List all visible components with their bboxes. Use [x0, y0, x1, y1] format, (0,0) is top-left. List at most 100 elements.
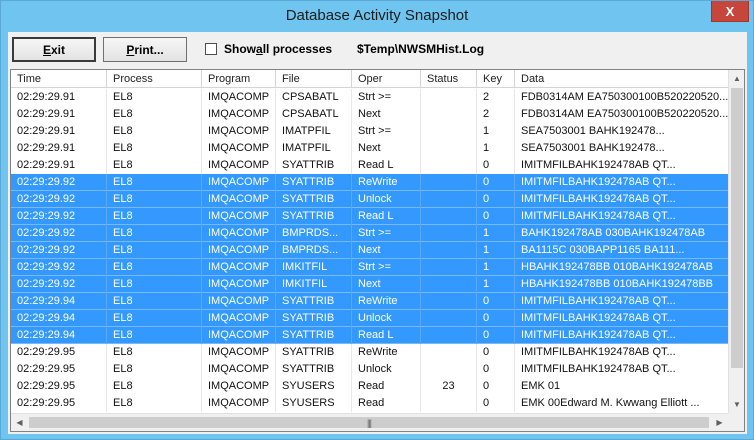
cell-status [421, 293, 477, 310]
scrollbar-corner [728, 413, 744, 431]
cell-process: EL8 [107, 310, 202, 327]
table-row[interactable]: 02:29:29.91 EL8 IMQACOMP IMATPFIL Next 1 SEA75… [11, 140, 729, 157]
cell-data: HBAHK192478BB 010BAHK192478BB [515, 276, 729, 293]
cell-data: FDB0314AM EA750300100B520220520... [515, 89, 729, 106]
cell-oper: Read L [352, 327, 421, 344]
table-row[interactable]: 02:29:29.95 EL8 IMQACOMP SYATTRIB ReWrite 0 IM… [11, 344, 729, 361]
cell-key: 0 [477, 395, 515, 412]
cell-status [421, 327, 477, 344]
cell-time: 02:29:29.91 [11, 140, 107, 157]
cell-process: EL8 [107, 344, 202, 361]
cell-process: EL8 [107, 208, 202, 225]
title-bar[interactable]: Database Activity Snapshot X [1, 1, 753, 32]
cell-program: IMQACOMP [202, 242, 276, 259]
cell-process: EL8 [107, 378, 202, 395]
cell-process: EL8 [107, 361, 202, 378]
column-header-data[interactable]: Data [515, 70, 744, 88]
vertical-scroll-thumb[interactable] [731, 88, 743, 368]
cell-status [421, 89, 477, 106]
cell-key: 1 [477, 225, 515, 242]
scroll-left-icon[interactable]: ◀ [11, 414, 28, 431]
cell-process: EL8 [107, 191, 202, 208]
cell-key: 0 [477, 293, 515, 310]
cell-file: SYUSERS [276, 378, 352, 395]
grid-header: Time Process Program File Oper Status Ke… [11, 70, 744, 88]
cell-key: 1 [477, 140, 515, 157]
table-row[interactable]: 02:29:29.92 EL8 IMQACOMP SYATTRIB Unlock 0 IMI… [11, 191, 729, 208]
print-button[interactable]: Print... [103, 37, 187, 62]
cell-program: IMQACOMP [202, 157, 276, 174]
vertical-scrollbar[interactable]: ▲ ▼ [728, 70, 744, 413]
cell-time: 02:29:29.91 [11, 106, 107, 123]
scroll-down-icon[interactable]: ▼ [729, 396, 744, 413]
table-row[interactable]: 02:29:29.92 EL8 IMQACOMP IMKITFIL Next 1 HBAHK… [11, 276, 729, 293]
cell-process: EL8 [107, 327, 202, 344]
table-row[interactable]: 02:29:29.94 EL8 IMQACOMP SYATTRIB Unlock 0 IMI… [11, 310, 729, 327]
column-header-oper[interactable]: Oper [352, 70, 421, 88]
print-label: rint... [134, 42, 164, 57]
table-row[interactable]: 02:29:29.92 EL8 IMQACOMP SYATTRIB Read L 0 IMI… [11, 208, 729, 225]
cell-process: EL8 [107, 395, 202, 412]
table-row[interactable]: 02:29:29.94 EL8 IMQACOMP SYATTRIB Read L 0 IMI… [11, 327, 729, 344]
cell-program: IMQACOMP [202, 191, 276, 208]
table-row[interactable]: 02:29:29.95 EL8 IMQACOMP SYUSERS Read 0 EMK 00… [11, 395, 729, 412]
cell-status [421, 208, 477, 225]
cell-time: 02:29:29.92 [11, 174, 107, 191]
horizontal-scroll-thumb[interactable]: ||| [29, 417, 709, 428]
cell-data: SEA7503001 BAHK192478... [515, 123, 729, 140]
column-header-status[interactable]: Status [421, 70, 477, 88]
cell-program: IMQACOMP [202, 89, 276, 106]
table-row[interactable]: 02:29:29.92 EL8 IMQACOMP BMPRDS... Strt >= 1 B… [11, 225, 729, 242]
show-all-label-post: ll processes [262, 42, 333, 56]
table-row[interactable]: 02:29:29.91 EL8 IMQACOMP SYATTRIB Read L 0 IMI… [11, 157, 729, 174]
cell-data: FDB0314AM EA750300100B520220520... [515, 106, 729, 123]
column-header-process[interactable]: Process [107, 70, 202, 88]
table-row[interactable]: 02:29:29.92 EL8 IMQACOMP SYATTRIB ReWrite 0 IM… [11, 174, 729, 191]
cell-oper: Next [352, 106, 421, 123]
cell-time: 02:29:29.92 [11, 225, 107, 242]
table-row[interactable]: 02:29:29.92 EL8 IMQACOMP BMPRDS... Next 1 BA11… [11, 242, 729, 259]
cell-file: IMATPFIL [276, 123, 352, 140]
scroll-right-icon[interactable]: ▶ [711, 414, 728, 431]
show-all-processes-checkbox[interactable] [205, 43, 217, 55]
table-row[interactable]: 02:29:29.91 EL8 IMQACOMP CPSABATL Next 2 FDB03… [11, 106, 729, 123]
column-header-key[interactable]: Key [477, 70, 515, 88]
cell-file: BMPRDS... [276, 242, 352, 259]
cell-file: CPSABATL [276, 89, 352, 106]
cell-key: 0 [477, 208, 515, 225]
cell-process: EL8 [107, 276, 202, 293]
column-header-time[interactable]: Time [11, 70, 107, 88]
table-row[interactable]: 02:29:29.94 EL8 IMQACOMP SYATTRIB ReWrite 0 IM… [11, 293, 729, 310]
cell-key: 0 [477, 344, 515, 361]
client-area: Exit Print... Show a ll processes $Temp\N… [8, 32, 747, 434]
close-button[interactable]: X [711, 1, 749, 22]
show-all-processes-toggle[interactable]: Show a ll processes [205, 41, 332, 57]
column-header-file[interactable]: File [276, 70, 352, 88]
cell-key: 0 [477, 310, 515, 327]
cell-oper: Read [352, 378, 421, 395]
cell-program: IMQACOMP [202, 276, 276, 293]
cell-data: IMITMFILBAHK192478AB QT... [515, 310, 729, 327]
cell-time: 02:29:29.91 [11, 123, 107, 140]
cell-file: SYATTRIB [276, 191, 352, 208]
table-row[interactable]: 02:29:29.95 EL8 IMQACOMP SYATTRIB Unlock 0 IMI… [11, 361, 729, 378]
table-row[interactable]: 02:29:29.92 EL8 IMQACOMP IMKITFIL Strt >= 1 HB… [11, 259, 729, 276]
cell-file: CPSABATL [276, 106, 352, 123]
cell-data: IMITMFILBAHK192478AB QT... [515, 293, 729, 310]
cell-data: IMITMFILBAHK192478AB QT... [515, 361, 729, 378]
table-row[interactable]: 02:29:29.91 EL8 IMQACOMP CPSABATL Strt >= 2 FD… [11, 89, 729, 106]
close-icon: X [725, 3, 735, 19]
cell-status [421, 259, 477, 276]
cell-process: EL8 [107, 140, 202, 157]
scroll-up-icon[interactable]: ▲ [729, 70, 744, 87]
table-row[interactable]: 02:29:29.91 EL8 IMQACOMP IMATPFIL Strt >= 1 SE… [11, 123, 729, 140]
column-header-program[interactable]: Program [202, 70, 276, 88]
cell-status [421, 174, 477, 191]
exit-button[interactable]: Exit [12, 37, 96, 62]
table-row[interactable]: 02:29:29.95 EL8 IMQACOMP SYUSERS Read 23 0 EMK … [11, 378, 729, 395]
cell-status [421, 225, 477, 242]
cell-status [421, 191, 477, 208]
horizontal-scrollbar[interactable]: ◀ ||| ▶ [11, 413, 728, 431]
cell-program: IMQACOMP [202, 259, 276, 276]
activity-grid[interactable]: Time Process Program File Oper Status Ke… [10, 69, 745, 432]
